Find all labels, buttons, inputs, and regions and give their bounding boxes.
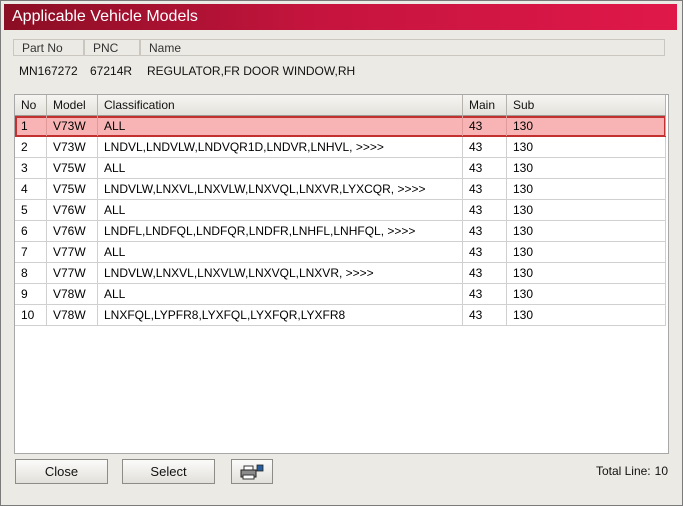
cell-classification: LNXFQL,LYPFR8,LYXFQL,LYXFQR,LYXFR8 [98,305,463,325]
cell-model: V76W [47,221,98,241]
cell-no: 3 [15,158,47,178]
cell-sub: 130 [507,158,666,178]
column-header-no[interactable]: No [15,95,47,116]
cell-main: 43 [463,263,507,283]
cell-main: 43 [463,179,507,199]
cell-classification: ALL [98,284,463,304]
close-button[interactable]: Close [15,459,108,484]
cell-no: 5 [15,200,47,220]
cell-no: 1 [15,116,47,136]
cell-classification: LNDVL,LNDVLW,LNDVQR1D,LNDVR,LNHVL, >>>> [98,137,463,157]
cell-no: 4 [15,179,47,199]
column-header-classification[interactable]: Classification [98,95,463,116]
printer-icon [240,464,264,480]
cell-model: V73W [47,116,98,136]
cell-sub: 130 [507,242,666,262]
title-bar[interactable]: Applicable Vehicle Models [4,4,677,30]
total-line-value: 10 [654,464,668,478]
table-row[interactable]: 3 V75W ALL 43 130 [15,158,666,179]
total-line-indicator: Total Line: 10 [596,464,668,478]
cell-main: 43 [463,242,507,262]
pnc-value: 67214R [90,64,133,78]
table-row[interactable]: 6 V76W LNDFL,LNDFQL,LNDFQR,LNDFR,LNHFL,LNH… [15,221,666,242]
select-button[interactable]: Select [122,459,215,484]
cell-sub: 130 [507,305,666,325]
cell-classification: ALL [98,200,463,220]
cell-sub: 130 [507,284,666,304]
vehicle-models-table[interactable]: No Model Classification Main Sub 1 V73W AL… [14,94,669,454]
pnc-header: PNC [84,39,140,56]
cell-main: 43 [463,221,507,241]
print-button[interactable] [231,459,273,484]
column-header-sub[interactable]: Sub [507,95,666,116]
part-info-header: Part No PNC Name [13,39,665,57]
table-row[interactable]: 10 V78W LNXFQL,LYPFR8,LYXFQL,LYXFQR,LYXFR8… [15,305,666,326]
cell-no: 9 [15,284,47,304]
cell-no: 2 [15,137,47,157]
table-row[interactable]: 8 V77W LNDVLW,LNXVL,LNXVLW,LNXVQL,LNXVR, >… [15,263,666,284]
cell-sub: 130 [507,263,666,283]
table-row[interactable]: 4 V75W LNDVLW,LNXVL,LNXVLW,LNXVQL,LNXVR,LY… [15,179,666,200]
cell-sub: 130 [507,116,666,136]
cell-model: V78W [47,284,98,304]
cell-model: V75W [47,158,98,178]
cell-classification: LNDFL,LNDFQL,LNDFQR,LNDFR,LNHFL,LNHFQL, … [98,221,463,241]
cell-model: V78W [47,305,98,325]
applicable-vehicle-models-window: Applicable Vehicle Models Part No PNC Na… [0,0,683,506]
cell-sub: 130 [507,137,666,157]
cell-sub: 130 [507,221,666,241]
cell-classification: LNDVLW,LNXVL,LNXVLW,LNXVQL,LNXVR,LYXCQR,… [98,179,463,199]
cell-main: 43 [463,137,507,157]
table-row[interactable]: 1 V73W ALL 43 130 [15,116,666,137]
cell-main: 43 [463,200,507,220]
cell-model: V77W [47,242,98,262]
cell-model: V76W [47,200,98,220]
window-title: Applicable Vehicle Models [12,8,198,25]
part-no-value: MN167272 [19,64,78,78]
cell-main: 43 [463,116,507,136]
cell-main: 43 [463,305,507,325]
table-header: No Model Classification Main Sub [15,95,666,116]
cell-classification: ALL [98,158,463,178]
part-info-panel: Part No PNC Name MN167272 67214R REGULAT… [13,39,668,85]
cell-main: 43 [463,284,507,304]
cell-model: V77W [47,263,98,283]
cell-model: V75W [47,179,98,199]
cell-no: 8 [15,263,47,283]
table-row[interactable]: 5 V76W ALL 43 130 [15,200,666,221]
column-header-main[interactable]: Main [463,95,507,116]
cell-no: 7 [15,242,47,262]
cell-no: 10 [15,305,47,325]
cell-classification: ALL [98,116,463,136]
column-header-model[interactable]: Model [47,95,98,116]
cell-classification: ALL [98,242,463,262]
cell-model: V73W [47,137,98,157]
part-name-value: REGULATOR,FR DOOR WINDOW,RH [147,64,356,78]
table-row[interactable]: 7 V77W ALL 43 130 [15,242,666,263]
cell-sub: 130 [507,179,666,199]
part-no-header: Part No [13,39,84,56]
cell-sub: 130 [507,200,666,220]
cell-no: 6 [15,221,47,241]
table-row[interactable]: 2 V73W LNDVL,LNDVLW,LNDVQR1D,LNDVR,LNHVL, … [15,137,666,158]
cell-classification: LNDVLW,LNXVL,LNXVLW,LNXVQL,LNXVR, >>>> [98,263,463,283]
name-header: Name [140,39,665,56]
table-row[interactable]: 9 V78W ALL 43 130 [15,284,666,305]
cell-main: 43 [463,158,507,178]
total-line-label: Total Line: [595,464,651,478]
